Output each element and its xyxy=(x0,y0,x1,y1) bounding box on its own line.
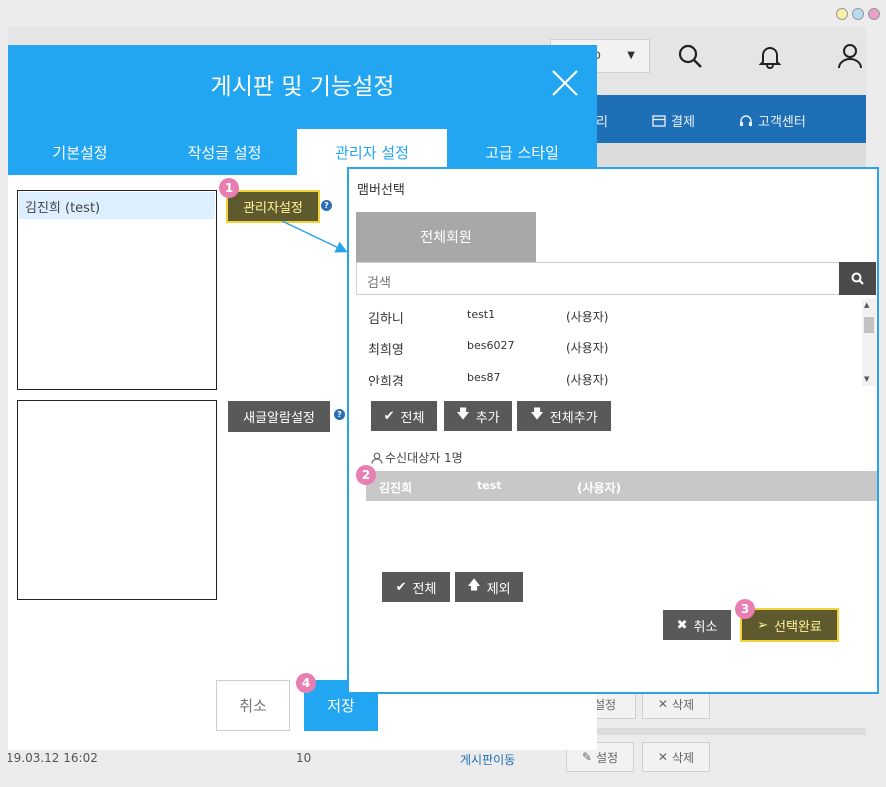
arrow-down-icon: 🡇 xyxy=(456,407,470,422)
step-badge-2: 2 xyxy=(356,465,376,485)
edit-label: 설정 xyxy=(593,697,617,712)
admin-list: 김진희 (test) xyxy=(17,190,217,390)
admin-settings-button[interactable]: 관리자설정 xyxy=(226,190,320,223)
panel-title: 맴버선택 xyxy=(357,183,405,198)
nav-item-1[interactable]: 리 xyxy=(596,111,608,130)
member-id: bes87 xyxy=(467,371,501,384)
search-button[interactable] xyxy=(839,262,876,295)
dialog-title: 게시판 및 기능설정 xyxy=(210,74,395,100)
button-label: 전체 xyxy=(400,410,425,426)
close-icon[interactable] xyxy=(552,70,578,96)
button-label: 추가 xyxy=(475,410,500,426)
nav-item-support[interactable]: 고객센터 xyxy=(739,111,806,130)
help-icon[interactable]: ? xyxy=(334,409,345,420)
nav-item-label: 결제 xyxy=(671,115,695,130)
add-button[interactable]: 🡇 추가 xyxy=(444,401,512,431)
send-icon: ➢ xyxy=(757,617,769,633)
row-board-link[interactable]: 게시판이동 xyxy=(460,751,515,768)
member-role: (사용자) xyxy=(566,373,609,386)
search-icon xyxy=(851,272,864,285)
check-icon: ✔ xyxy=(383,408,395,424)
help-icon[interactable]: ? xyxy=(321,200,332,211)
member-role: (사용자) xyxy=(577,481,622,495)
delete-label: 삭제 xyxy=(671,697,695,712)
button-label: 선택완료 xyxy=(774,619,822,635)
close-icon: ✕ xyxy=(657,750,668,764)
bell-icon[interactable] xyxy=(753,39,787,73)
maximize-control[interactable] xyxy=(852,8,864,20)
card-icon xyxy=(652,114,666,127)
recipient-count-label: 수신대상자 1명 xyxy=(385,451,463,465)
list-item[interactable]: 김하니 test1 (사용자) xyxy=(356,299,856,330)
list-item[interactable]: 안희경 bes87 (사용자) xyxy=(356,362,856,386)
nav-item-label: 리 xyxy=(596,115,608,130)
member-name: 김진희 xyxy=(379,481,413,495)
nav-item-label: 고객센터 xyxy=(758,115,806,130)
member-id: test1 xyxy=(467,308,496,321)
arrow-down-icon: 🡇 xyxy=(530,407,544,422)
tab-post-settings[interactable]: 작성글 설정 xyxy=(152,129,297,175)
cancel-button[interactable]: 취소 xyxy=(216,680,290,731)
member-select-panel: 맴버선택 전체회원 김하니 test1 (사용자) 최희영 bes6027 (사… xyxy=(347,167,879,694)
minimize-control[interactable] xyxy=(836,8,848,20)
user-icon xyxy=(371,452,383,464)
member-role: (사용자) xyxy=(566,310,609,324)
window-controls xyxy=(836,8,880,20)
member-list-scrollbar[interactable]: ▲ ▼ xyxy=(862,299,876,386)
selected-member-row[interactable]: 김진희 test (사용자) xyxy=(366,471,877,501)
button-label: 전체추가 xyxy=(549,410,598,426)
member-search-input[interactable] xyxy=(356,262,840,295)
row-delete-button[interactable]: ✕ 삭제 xyxy=(642,742,710,772)
member-role: (사용자) xyxy=(566,341,609,355)
selection-complete-button[interactable]: ➢ 선택완료 xyxy=(740,608,839,642)
chevron-down-icon: ▼ xyxy=(627,50,635,61)
step-badge-3: 3 xyxy=(735,599,755,619)
edit-label: 설정 xyxy=(595,750,619,765)
list-item[interactable]: 김진희 (test) xyxy=(19,192,215,219)
tab-all-members[interactable]: 전체회원 xyxy=(356,212,536,262)
member-list: 김하니 test1 (사용자) 최희영 bes6027 (사용자) 안희경 be… xyxy=(356,299,876,386)
member-name: 안희경 xyxy=(368,375,404,386)
add-all-button[interactable]: 🡇 전체추가 xyxy=(517,401,611,431)
arrow-up-icon: 🡅 xyxy=(467,578,481,593)
pencil-icon: ✎ xyxy=(581,750,592,764)
button-label: 취소 xyxy=(693,619,718,635)
select-all-button[interactable]: ✔ 전체 xyxy=(371,401,437,431)
member-name: 김하니 xyxy=(368,312,404,327)
scroll-up-icon[interactable]: ▲ xyxy=(864,301,869,309)
step-badge-4: 4 xyxy=(296,673,316,693)
nav-item-payment[interactable]: 결제 xyxy=(652,111,695,130)
member-id: bes6027 xyxy=(467,339,515,352)
member-name: 최희영 xyxy=(368,343,404,358)
button-label: 전체 xyxy=(412,581,437,597)
alert-recipient-list xyxy=(17,400,217,600)
user-icon[interactable] xyxy=(833,39,866,73)
step-badge-1: 1 xyxy=(219,178,239,198)
row-date: 19.03.12 16:02 xyxy=(8,751,98,765)
member-id: test xyxy=(477,479,502,492)
row-count: 10 xyxy=(296,751,312,765)
button-label: 제외 xyxy=(486,581,511,597)
scroll-down-icon[interactable]: ▼ xyxy=(864,375,869,383)
new-post-alert-button[interactable]: 새글알람설정 xyxy=(228,401,330,432)
search-icon[interactable] xyxy=(673,39,707,73)
check-icon: ✔ xyxy=(395,579,407,595)
recipient-count: 수신대상자 1명 xyxy=(371,449,463,466)
select-all-selected-button[interactable]: ✔ 전체 xyxy=(382,572,450,602)
headset-icon xyxy=(740,114,752,126)
scroll-thumb[interactable] xyxy=(864,317,874,333)
tab-basic[interactable]: 기본설정 xyxy=(8,129,152,175)
list-item[interactable]: 최희영 bes6027 (사용자) xyxy=(356,330,856,361)
panel-cancel-button[interactable]: ✖ 취소 xyxy=(663,610,731,640)
close-icon: ✕ xyxy=(657,697,668,711)
delete-label: 삭제 xyxy=(671,750,695,765)
remove-button[interactable]: 🡅 제외 xyxy=(455,572,523,602)
close-icon: ✖ xyxy=(676,617,688,633)
close-control[interactable] xyxy=(868,8,880,20)
